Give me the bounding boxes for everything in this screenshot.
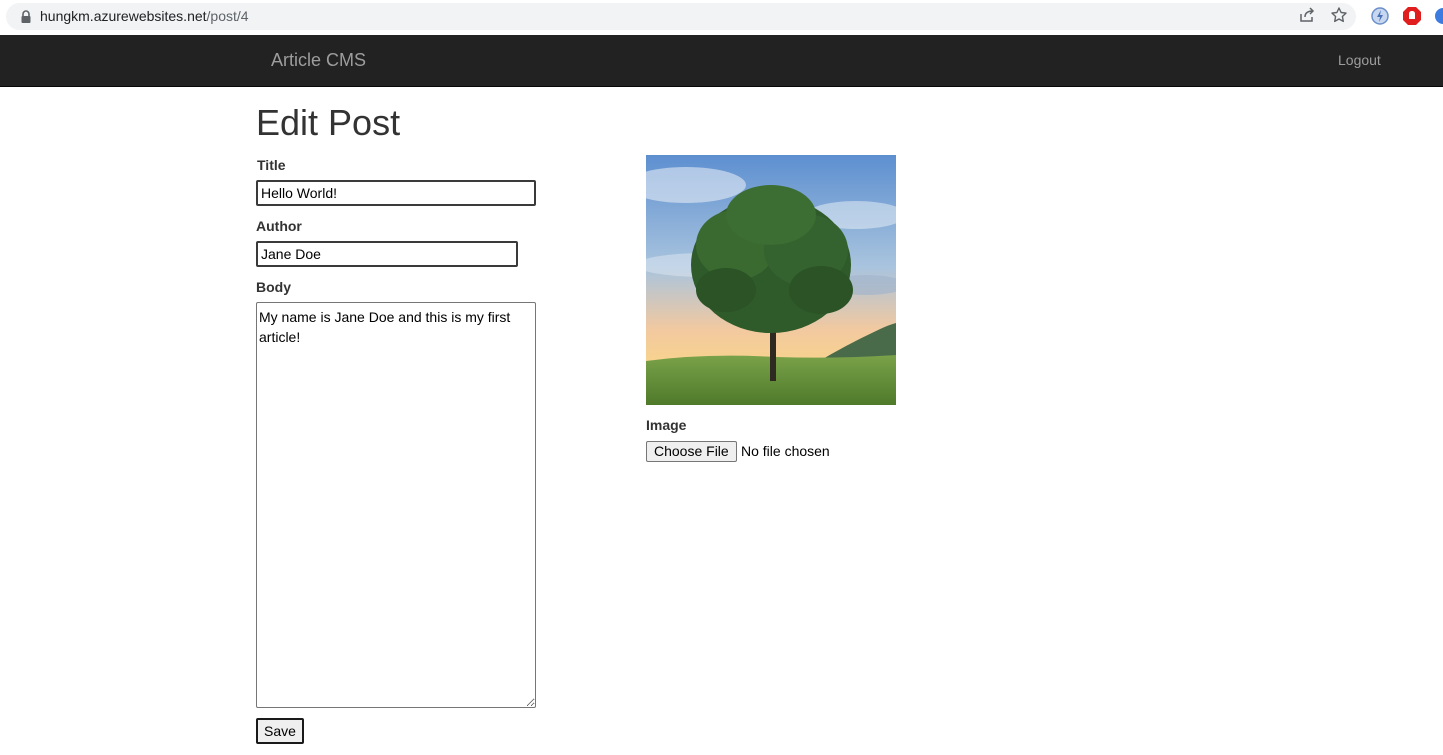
body-label: Body bbox=[256, 279, 291, 295]
extension-icon[interactable] bbox=[1434, 8, 1443, 24]
save-button[interactable]: Save bbox=[256, 718, 304, 744]
post-image bbox=[646, 155, 896, 405]
extension-icon[interactable] bbox=[1370, 6, 1390, 26]
author-input[interactable] bbox=[256, 241, 518, 267]
body-textarea[interactable]: My name is Jane Doe and this is my first… bbox=[256, 302, 536, 708]
image-label: Image bbox=[646, 417, 687, 433]
address-bar[interactable]: hungkm.azurewebsites.net/post/4 bbox=[6, 3, 1356, 30]
title-input[interactable] bbox=[256, 180, 536, 206]
title-label: Title bbox=[257, 157, 286, 173]
url-host: hungkm.azurewebsites.net bbox=[40, 8, 207, 24]
brand-link[interactable]: Article CMS bbox=[271, 49, 366, 71]
url-text[interactable]: hungkm.azurewebsites.net/post/4 bbox=[40, 8, 249, 25]
page-title: Edit Post bbox=[256, 102, 401, 143]
bookmark-star-icon[interactable] bbox=[1330, 6, 1348, 24]
adblock-extension-icon[interactable] bbox=[1402, 6, 1422, 26]
share-icon[interactable] bbox=[1298, 6, 1316, 24]
browser-toolbar: hungkm.azurewebsites.net/post/4 bbox=[0, 0, 1443, 36]
choose-file-button[interactable]: Choose File bbox=[646, 441, 737, 462]
lock-icon bbox=[21, 10, 31, 23]
file-status-text: No file chosen bbox=[741, 443, 830, 459]
logout-link[interactable]: Logout bbox=[1338, 51, 1381, 69]
author-label: Author bbox=[256, 218, 302, 234]
navbar: Article CMS Logout bbox=[0, 35, 1443, 87]
url-path: /post/4 bbox=[206, 8, 249, 24]
